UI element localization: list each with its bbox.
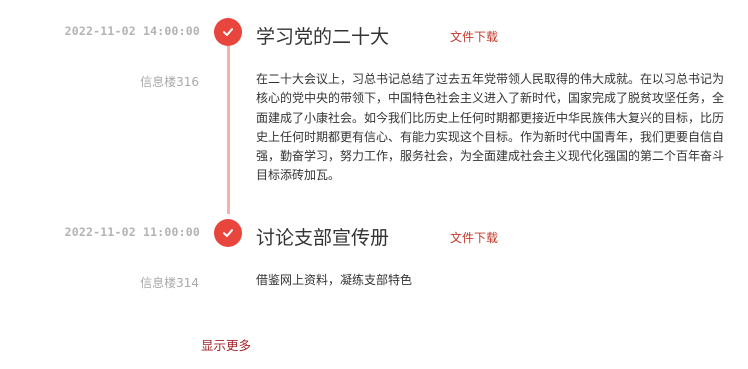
activity-timeline: 2022-11-02 14:00:00 学习党的二十大 文件下载 信息楼316 …	[0, 0, 748, 369]
item-datetime: 2022-11-02 14:00:00	[64, 24, 200, 38]
timeline-node	[214, 18, 242, 46]
item-title: 讨论支部宣传册	[256, 227, 390, 249]
file-download-link[interactable]: 文件下载	[450, 229, 498, 246]
item-title: 学习党的二十大	[256, 26, 390, 48]
timeline-connector	[227, 46, 230, 214]
item-datetime: 2022-11-02 11:00:00	[64, 225, 200, 239]
file-download-link[interactable]: 文件下载	[450, 28, 498, 45]
item-location: 信息楼316	[140, 75, 199, 89]
show-more-link[interactable]: 显示更多	[201, 335, 251, 354]
check-icon	[223, 229, 233, 237]
item-description: 在二十大会议上，习总书记总结了过去五年党带领人民取得的伟大成就。在以习总书记为核…	[256, 72, 725, 183]
item-description: 借鉴网上资料，凝练支部特色	[256, 273, 413, 287]
item-location: 信息楼314	[140, 276, 199, 290]
check-icon	[223, 28, 233, 36]
timeline-node	[214, 219, 242, 247]
